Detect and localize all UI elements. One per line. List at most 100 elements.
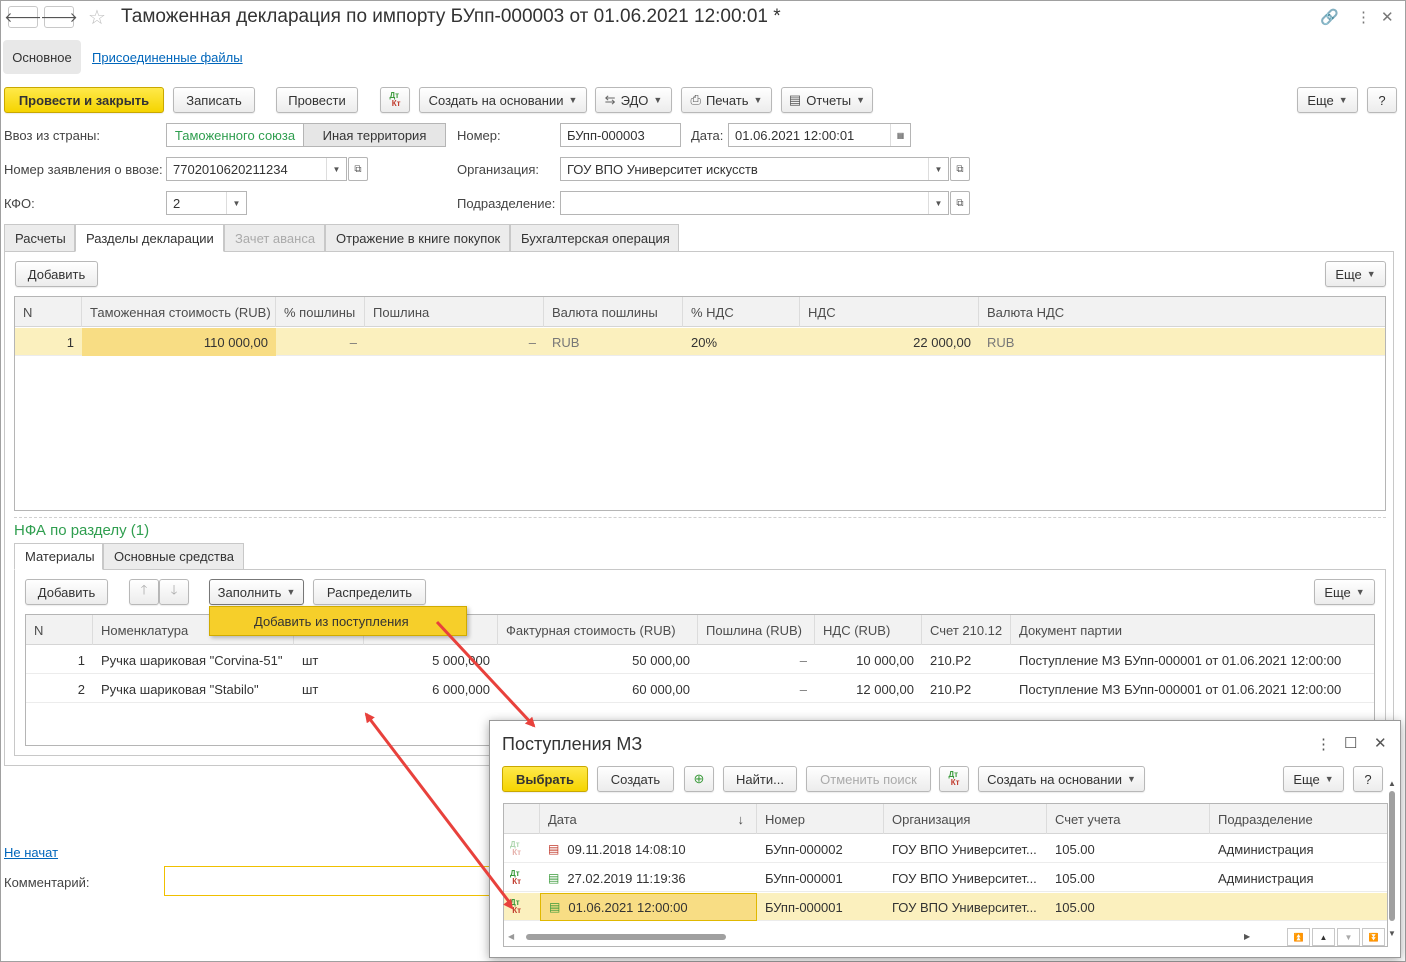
- form-tab-main[interactable]: Основное: [3, 40, 81, 74]
- col-account[interactable]: Счет учета: [1047, 804, 1210, 834]
- col-organization[interactable]: Организация: [884, 804, 1047, 834]
- first-page-icon[interactable]: ⏫: [1287, 928, 1310, 946]
- tab-advance-offset[interactable]: Зачет аванса: [224, 224, 325, 252]
- col-batch-document[interactable]: Документ партии: [1011, 615, 1374, 645]
- dtkt-button[interactable]: Дт Кт: [939, 766, 969, 792]
- status-link[interactable]: Не начат: [4, 845, 58, 860]
- save-button[interactable]: Записать: [173, 87, 255, 113]
- application-field[interactable]: 7702010620211234 ▼: [166, 157, 347, 181]
- tab-accounting-operation[interactable]: Бухгалтерская операция: [510, 224, 679, 252]
- sections-table[interactable]: N Таможенная стоимость (RUB) % пошлины П…: [14, 296, 1386, 511]
- horizontal-scrollbar[interactable]: ◀ ▶: [508, 932, 1258, 942]
- nfa-add-button[interactable]: Добавить: [25, 579, 108, 605]
- col-n[interactable]: N: [15, 297, 82, 327]
- col-duty[interactable]: Пошлина (RUB): [698, 615, 815, 645]
- col-date[interactable]: Дата ↓: [540, 804, 757, 834]
- create-based-button[interactable]: Создать на основании ▼: [419, 87, 587, 113]
- edo-button[interactable]: ⇆ ЭДО ▼: [595, 87, 672, 113]
- dropdown-icon[interactable]: ▼: [226, 192, 246, 214]
- org-field[interactable]: ГОУ ВПО Университет искусств ▼: [560, 157, 949, 181]
- maximize-icon[interactable]: ☐: [1344, 734, 1357, 752]
- close-icon[interactable]: ✕: [1374, 734, 1387, 752]
- dropdown-icon[interactable]: ▼: [928, 158, 948, 180]
- customs-union-option[interactable]: Таможенного союза: [167, 124, 304, 146]
- move-down-button[interactable]: 🡓: [159, 579, 189, 605]
- cell-date[interactable]: ▤ 01.06.2021 12:00:00: [540, 893, 757, 921]
- create-based-button[interactable]: Создать на основании ▼: [978, 766, 1145, 792]
- calendar-icon[interactable]: ▦: [890, 124, 910, 146]
- col-vat-currency[interactable]: Валюта НДС: [979, 297, 1385, 327]
- col-customs-value[interactable]: Таможенная стоимость (RUB): [82, 297, 276, 327]
- prev-page-icon[interactable]: ▲: [1312, 928, 1335, 946]
- tab-purchase-book[interactable]: Отражение в книге покупок: [325, 224, 510, 252]
- nfa-more-button[interactable]: Еще ▼: [1314, 579, 1375, 605]
- more-button[interactable]: Еще ▼: [1297, 87, 1358, 113]
- open-dept-button[interactable]: ⧉: [950, 191, 970, 215]
- scrollbar-thumb[interactable]: [1389, 791, 1395, 921]
- link-icon[interactable]: 🔗: [1320, 8, 1339, 26]
- more-button[interactable]: Еще ▼: [1283, 766, 1344, 792]
- comment-field[interactable]: [164, 866, 504, 896]
- last-page-icon[interactable]: ⏬: [1362, 928, 1385, 946]
- number-field[interactable]: БУпп-000003: [560, 123, 681, 147]
- tab-calculations[interactable]: Расчеты: [4, 224, 75, 252]
- col-duty-pct[interactable]: % пошлины: [276, 297, 365, 327]
- scrollbar-thumb[interactable]: [526, 934, 726, 940]
- forward-button[interactable]: 🡒: [40, 6, 78, 28]
- dept-field[interactable]: ▼: [560, 191, 949, 215]
- select-button[interactable]: Выбрать: [502, 766, 588, 792]
- dropdown-icon[interactable]: ▼: [928, 192, 948, 214]
- col-n[interactable]: N: [26, 615, 93, 645]
- copy-button[interactable]: ⊕: [684, 766, 714, 792]
- star-icon[interactable]: ☆: [88, 5, 106, 30]
- col-duty[interactable]: Пошлина: [365, 297, 544, 327]
- splitter[interactable]: [14, 517, 1386, 518]
- kfo-field[interactable]: 2 ▼: [166, 191, 247, 215]
- back-button[interactable]: 🡐: [4, 6, 42, 28]
- next-page-icon[interactable]: ▼: [1337, 928, 1360, 946]
- other-territory-option[interactable]: Иная территория: [304, 124, 445, 146]
- open-application-button[interactable]: ⧉: [348, 157, 368, 181]
- tab-declaration-sections[interactable]: Разделы декларации: [75, 224, 224, 252]
- form-tab-files[interactable]: Присоединенные файлы: [92, 50, 243, 65]
- col-vat[interactable]: НДС (RUB): [815, 615, 922, 645]
- move-up-button[interactable]: 🡑: [129, 579, 159, 605]
- table-row[interactable]: Дт Кт ▤ 27.02.2019 11:19:36 БУпп-000001 Г…: [504, 864, 1387, 892]
- menu-icon[interactable]: ⋮: [1316, 735, 1331, 753]
- dropdown-icon[interactable]: ▼: [326, 158, 346, 180]
- menu-icon[interactable]: ⋮: [1356, 8, 1371, 26]
- distribute-button[interactable]: Распределить: [313, 579, 426, 605]
- tab-materials[interactable]: Материалы: [14, 543, 103, 570]
- table-row[interactable]: 1 Ручка шариковая "Corvina-51" шт 5 000,…: [26, 646, 1374, 674]
- sections-more-button[interactable]: Еще ▼: [1325, 261, 1386, 287]
- col-vat[interactable]: НДС: [800, 297, 979, 327]
- vertical-scrollbar[interactable]: ▲ ▼: [1387, 779, 1397, 947]
- sections-add-button[interactable]: Добавить: [15, 261, 98, 287]
- table-row[interactable]: 1 110 000,00 – – RUB 20% 22 000,00 RUB: [15, 328, 1385, 356]
- scroll-up-icon[interactable]: ▲: [1388, 779, 1396, 788]
- col-department[interactable]: Подразделение: [1210, 804, 1375, 834]
- col-status[interactable]: [504, 804, 540, 834]
- receipts-table[interactable]: Дата ↓ Номер Организация Счет учета Подра…: [503, 803, 1388, 947]
- menu-item-add-from-receipt[interactable]: Добавить из поступления: [209, 606, 467, 636]
- col-account[interactable]: Счет 210.12: [922, 615, 1011, 645]
- date-field[interactable]: 01.06.2021 12:00:01 ▦: [728, 123, 911, 147]
- scroll-right-icon[interactable]: ▶: [1244, 932, 1250, 941]
- col-duty-currency[interactable]: Валюта пошлины: [544, 297, 683, 327]
- import-country-switch[interactable]: Таможенного союза Иная территория: [166, 123, 446, 147]
- scroll-down-icon[interactable]: ▼: [1388, 929, 1396, 938]
- reports-button[interactable]: ▤ Отчеты ▼: [781, 87, 873, 113]
- open-org-button[interactable]: ⧉: [950, 157, 970, 181]
- post-button[interactable]: Провести: [276, 87, 358, 113]
- help-button[interactable]: ?: [1353, 766, 1383, 792]
- table-row-selected[interactable]: Дт Кт ▤ 01.06.2021 12:00:00 БУпп-000001 Г…: [504, 893, 1387, 921]
- receipts-dialog[interactable]: Поступления МЗ ⋮ ☐ ✕ Выбрать Создать ⊕ Н…: [489, 720, 1401, 958]
- cell-customs-value[interactable]: 110 000,00: [82, 328, 276, 356]
- print-button[interactable]: ⎙ Печать ▼: [681, 87, 772, 113]
- find-button[interactable]: Найти...: [723, 766, 797, 792]
- tab-fixed-assets[interactable]: Основные средства: [103, 543, 244, 570]
- close-icon[interactable]: ✕: [1381, 8, 1394, 26]
- col-number[interactable]: Номер: [757, 804, 884, 834]
- help-button[interactable]: ?: [1367, 87, 1397, 113]
- table-row[interactable]: Дт Кт ▤ 09.11.2018 14:08:10 БУпп-000002 Г…: [504, 835, 1387, 863]
